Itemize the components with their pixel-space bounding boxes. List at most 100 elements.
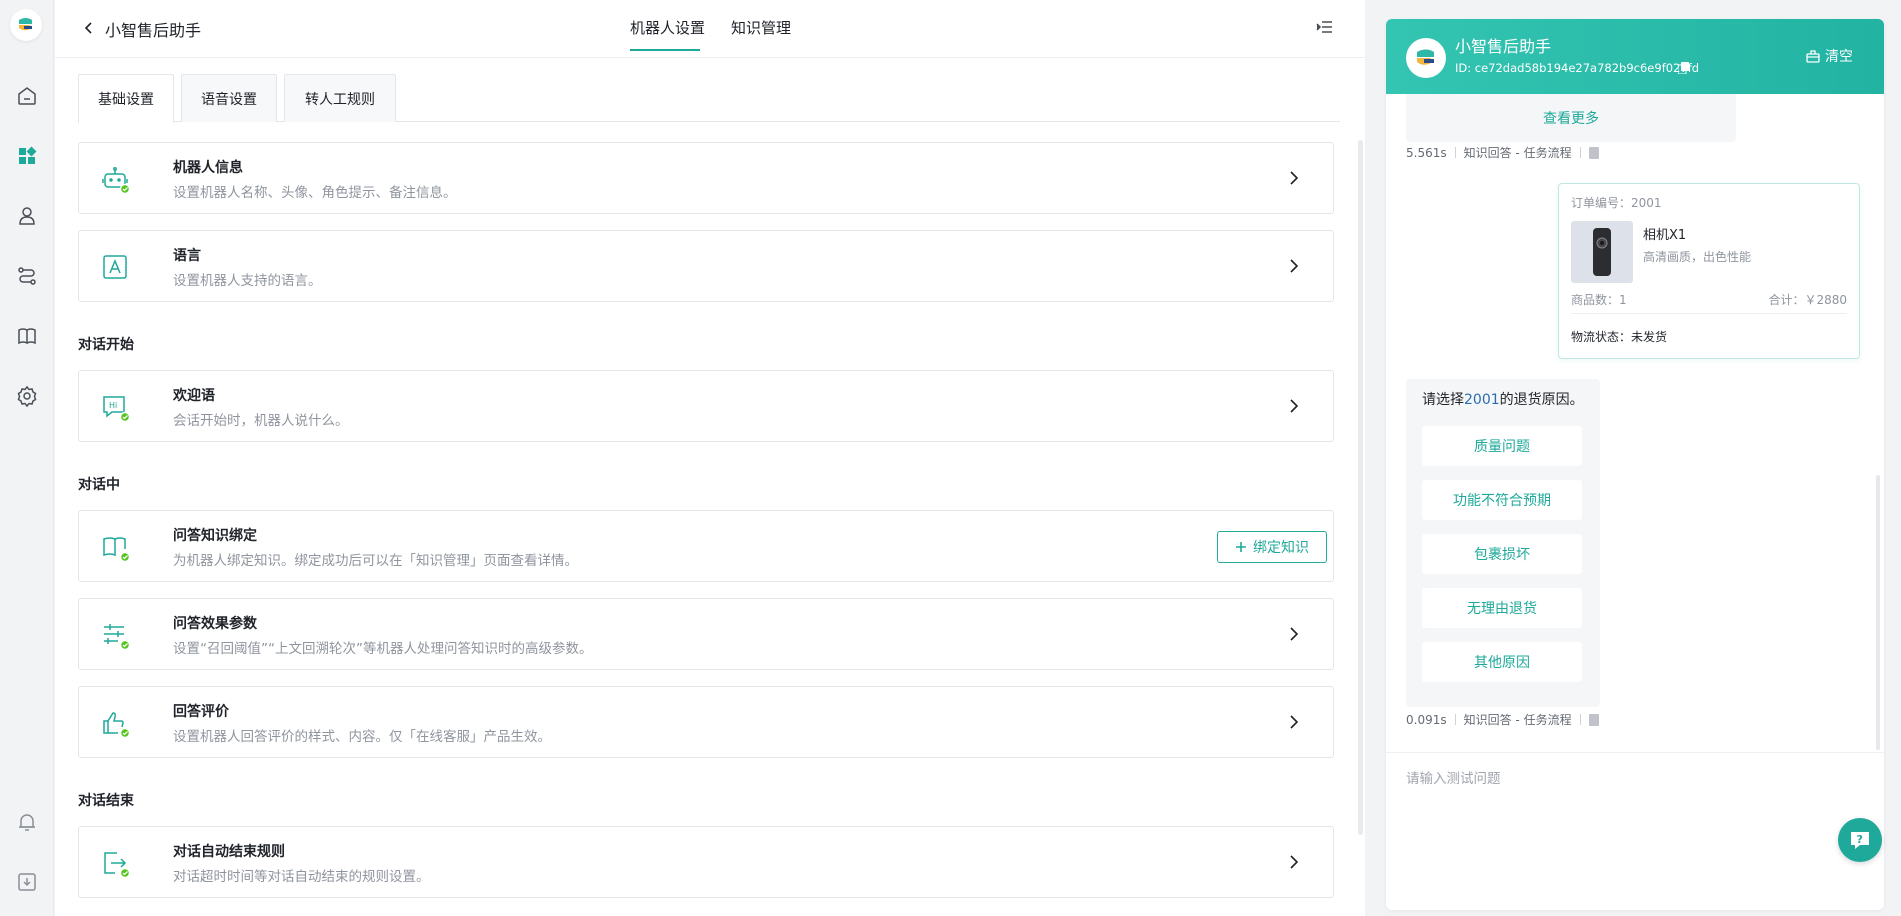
knowledge-bind-card[interactable]: 问答知识绑定 为机器人绑定知识。绑定成功后可以在「知识管理」页面查看详情。 绑定… [78,510,1334,582]
reason-question-prefix: 请选择 [1422,392,1464,408]
response-time: 5.561s [1406,145,1447,160]
robot-info-card[interactable]: 机器人信息 设置机器人名称、头像、角色提示、备注信息。 [78,142,1334,214]
flow-icon[interactable] [13,262,41,290]
chevron-right-icon [1285,397,1303,415]
meta-separator [1454,714,1456,725]
chat-scrollbar[interactable] [1876,475,1880,750]
section-title-start: 对话开始 [78,337,134,353]
collapse-menu-icon[interactable] [1316,18,1336,38]
svg-text:?: ? [1857,833,1863,846]
left-rail [0,0,54,916]
sub-tabs: 基础设置 语音设置 转人工规则 [78,74,1340,123]
copy-message-icon[interactable] [1588,146,1599,159]
divider [1571,313,1847,314]
chat-input-area [1386,752,1884,910]
chevron-right-icon [1285,713,1303,731]
language-icon [101,253,129,281]
product-quantity: 商品数：1 [1571,293,1627,307]
app-logo[interactable] [10,9,42,41]
card-title: 对话自动结束规则 [173,844,285,860]
answer-rating-card[interactable]: 回答评价 设置机器人回答评价的样式、内容。仅「在线客服」产品生效。 [78,686,1334,758]
message-meta: 5.561s 知识回答 - 任务流程 [1406,144,1599,161]
clear-icon [1806,50,1820,63]
message-meta: 0.091s 知识回答 - 任务流程 [1406,711,1599,728]
section-title-end: 对话结束 [78,793,134,809]
chevron-right-icon [1285,257,1303,275]
response-source: 知识回答 - 任务流程 [1463,146,1572,160]
card-title: 问答知识绑定 [173,528,257,544]
card-title: 欢迎语 [173,388,215,404]
card-desc: 设置机器人回答评价的样式、内容。仅「在线客服」产品生效。 [173,729,551,745]
clear-label: 清空 [1825,49,1853,65]
tab-knowledge-management[interactable]: 知识管理 [731,17,791,38]
auto-end-card[interactable]: 对话自动结束规则 对话超时时间等对话自动结束的规则设置。 [78,826,1334,898]
plus-icon [1236,542,1246,552]
clear-button[interactable]: 清空 [1806,46,1853,66]
tab-robot-settings[interactable]: 机器人设置 [630,17,705,38]
back-icon[interactable] [79,18,99,38]
order-card[interactable]: 订单编号：2001 相机X1 高清画质，出色性能 商品数：1 合计：￥2880 … [1558,183,1860,359]
language-card[interactable]: 语言 设置机器人支持的语言。 [78,230,1334,302]
bell-icon[interactable] [13,808,41,836]
order-number-highlight: 2001 [1464,392,1500,408]
order-number: 订单编号：2001 [1571,196,1662,210]
reason-option[interactable]: 质量问题 [1422,426,1582,466]
reason-option[interactable]: 无理由退货 [1422,588,1582,628]
card-title: 机器人信息 [173,160,243,176]
meta-separator [1579,147,1581,158]
chevron-right-icon [1285,853,1303,871]
meta-separator [1454,147,1456,158]
card-title: 回答评价 [173,704,229,720]
main-panel: 小智售后助手 机器人设置 知识管理 基础设置 语音设置 转人工规则 机器人信息 … [55,0,1365,916]
reason-question-suffix: 的退货原因。 [1499,392,1584,408]
response-source: 知识回答 - 任务流程 [1463,713,1572,727]
home-icon[interactable] [13,82,41,110]
reason-question: 请选择2001的退货原因。 [1422,389,1584,409]
chevron-right-icon [1285,169,1303,187]
chat-bot-name: 小智售后助手 [1455,37,1552,56]
shipping-status: 物流状态：未发货 [1571,330,1668,344]
welcome-card[interactable]: Hi 欢迎语 会话开始时，机器人说什么。 [78,370,1334,442]
book-nav-icon[interactable] [13,322,41,350]
chevron-right-icon [1285,625,1303,643]
chat-bot-id: ID: ce72dad58b194e27a782b9c6e9f027fd [1455,61,1700,75]
top-bar: 小智售后助手 机器人设置 知识管理 [55,0,1365,58]
copy-message-icon[interactable] [1588,713,1599,726]
scrollbar[interactable] [1358,140,1363,835]
apps-icon[interactable] [13,142,41,170]
chat-header: 小智售后助手 ID: ce72dad58b194e27a782b9c6e9f02… [1386,19,1884,94]
see-more-button[interactable]: 查看更多 [1406,94,1736,142]
question-icon: ? [1851,832,1869,849]
subtab-basic[interactable]: 基础设置 [78,74,174,123]
product-desc: 高清画质，出色性能 [1643,250,1752,264]
section-title-during: 对话中 [78,477,120,493]
tab-active-indicator [630,49,700,51]
response-time: 0.091s [1406,712,1447,727]
product-image [1571,221,1633,283]
card-desc: 对话超时时间等对话自动结束的规则设置。 [173,869,430,885]
users-icon[interactable] [13,202,41,230]
product-name: 相机X1 [1643,228,1687,243]
test-question-input[interactable] [1406,767,1866,827]
reason-option[interactable]: 其他原因 [1422,642,1582,682]
qa-params-card[interactable]: 问答效果参数 设置“召回阈值”“上文回溯轮次”等机器人处理问答知识时的高级参数。 [78,598,1334,670]
card-title: 问答效果参数 [173,616,257,632]
card-desc: 为机器人绑定知识。绑定成功后可以在「知识管理」页面查看详情。 [173,553,578,569]
meta-separator [1579,714,1581,725]
subtab-transfer-rules[interactable]: 转人工规则 [284,74,396,122]
return-reason-bubble: 请选择2001的退货原因。 质量问题 功能不符合预期 包裹损坏 无理由退货 其他… [1406,379,1600,707]
card-title: 语言 [173,248,201,264]
reason-option[interactable]: 功能不符合预期 [1422,480,1582,520]
bind-knowledge-button[interactable]: 绑定知识 [1217,531,1327,563]
settings-icon[interactable] [13,382,41,410]
thumbs-up-icon [101,709,131,739]
bot-avatar [1406,38,1446,78]
order-total: 合计：￥2880 [1768,293,1847,307]
sliders-icon [101,621,131,651]
subtab-voice[interactable]: 语音设置 [181,74,277,122]
card-desc: 会话开始时，机器人说什么。 [173,413,349,429]
reason-option[interactable]: 包裹损坏 [1422,534,1582,574]
copy-icon[interactable] [1677,62,1689,75]
download-icon[interactable] [13,868,41,896]
help-button[interactable]: ? [1838,818,1882,862]
